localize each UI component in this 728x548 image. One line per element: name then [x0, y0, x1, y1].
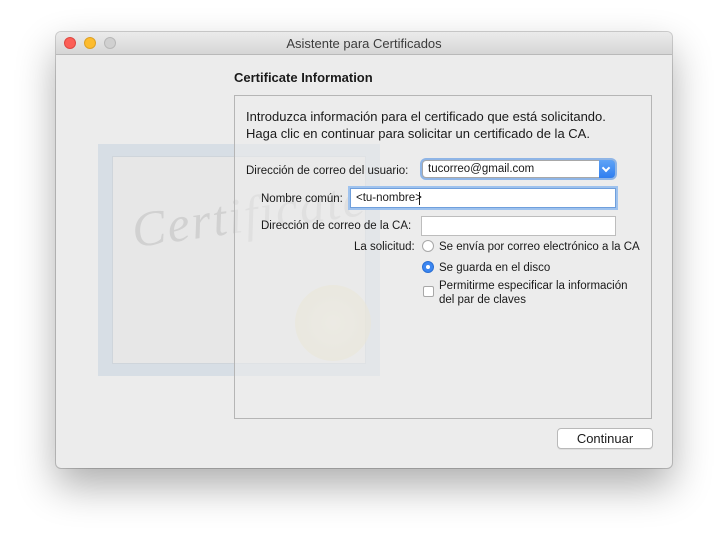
chevron-down-icon[interactable]	[599, 160, 615, 178]
ca-email-label: Dirección de correo de la CA:	[261, 220, 412, 232]
user-email-popup[interactable]: tucorreo@gmail.com	[422, 160, 615, 178]
section-title: Certificate Information	[234, 70, 373, 85]
intro-text: Introduzca información para el certifica…	[246, 108, 646, 142]
intro-line-1: Introduzca información para el certifica…	[246, 109, 606, 124]
user-email-label: Dirección de correo del usuario:	[246, 165, 409, 177]
radio-save-to-disk-label[interactable]: Se guarda en el disco	[439, 262, 550, 274]
certificate-assistant-window: Asistente para Certificados Certificate …	[56, 32, 672, 468]
radio-email-to-ca-label[interactable]: Se envía por correo electrónico a la CA	[439, 241, 640, 253]
continue-button[interactable]: Continuar	[557, 428, 653, 449]
text-cursor	[419, 192, 420, 205]
radio-email-to-ca[interactable]	[422, 240, 434, 252]
common-name-label: Nombre común:	[261, 193, 343, 205]
common-name-input[interactable]: <tu-nombre>	[350, 188, 616, 208]
radio-save-to-disk[interactable]	[422, 261, 434, 273]
intro-line-2: Haga clic en continuar para solicitar un…	[246, 126, 590, 141]
key-pair-checkbox-label[interactable]: Permitirme especificar la información de…	[439, 279, 628, 307]
key-pair-label-line-2: del par de claves	[439, 294, 526, 306]
user-email-value: tucorreo@gmail.com	[428, 163, 535, 175]
window-title: Asistente para Certificados	[286, 36, 442, 51]
request-label: La solicitud:	[354, 241, 415, 253]
common-name-value: <tu-nombre>	[356, 192, 422, 204]
key-pair-checkbox[interactable]	[423, 286, 434, 297]
ca-email-input[interactable]	[421, 216, 616, 236]
form-panel: Introduzca información para el certifica…	[234, 95, 652, 419]
title-bar: Asistente para Certificados	[56, 32, 672, 55]
key-pair-label-line-1: Permitirme especificar la información	[439, 280, 628, 292]
